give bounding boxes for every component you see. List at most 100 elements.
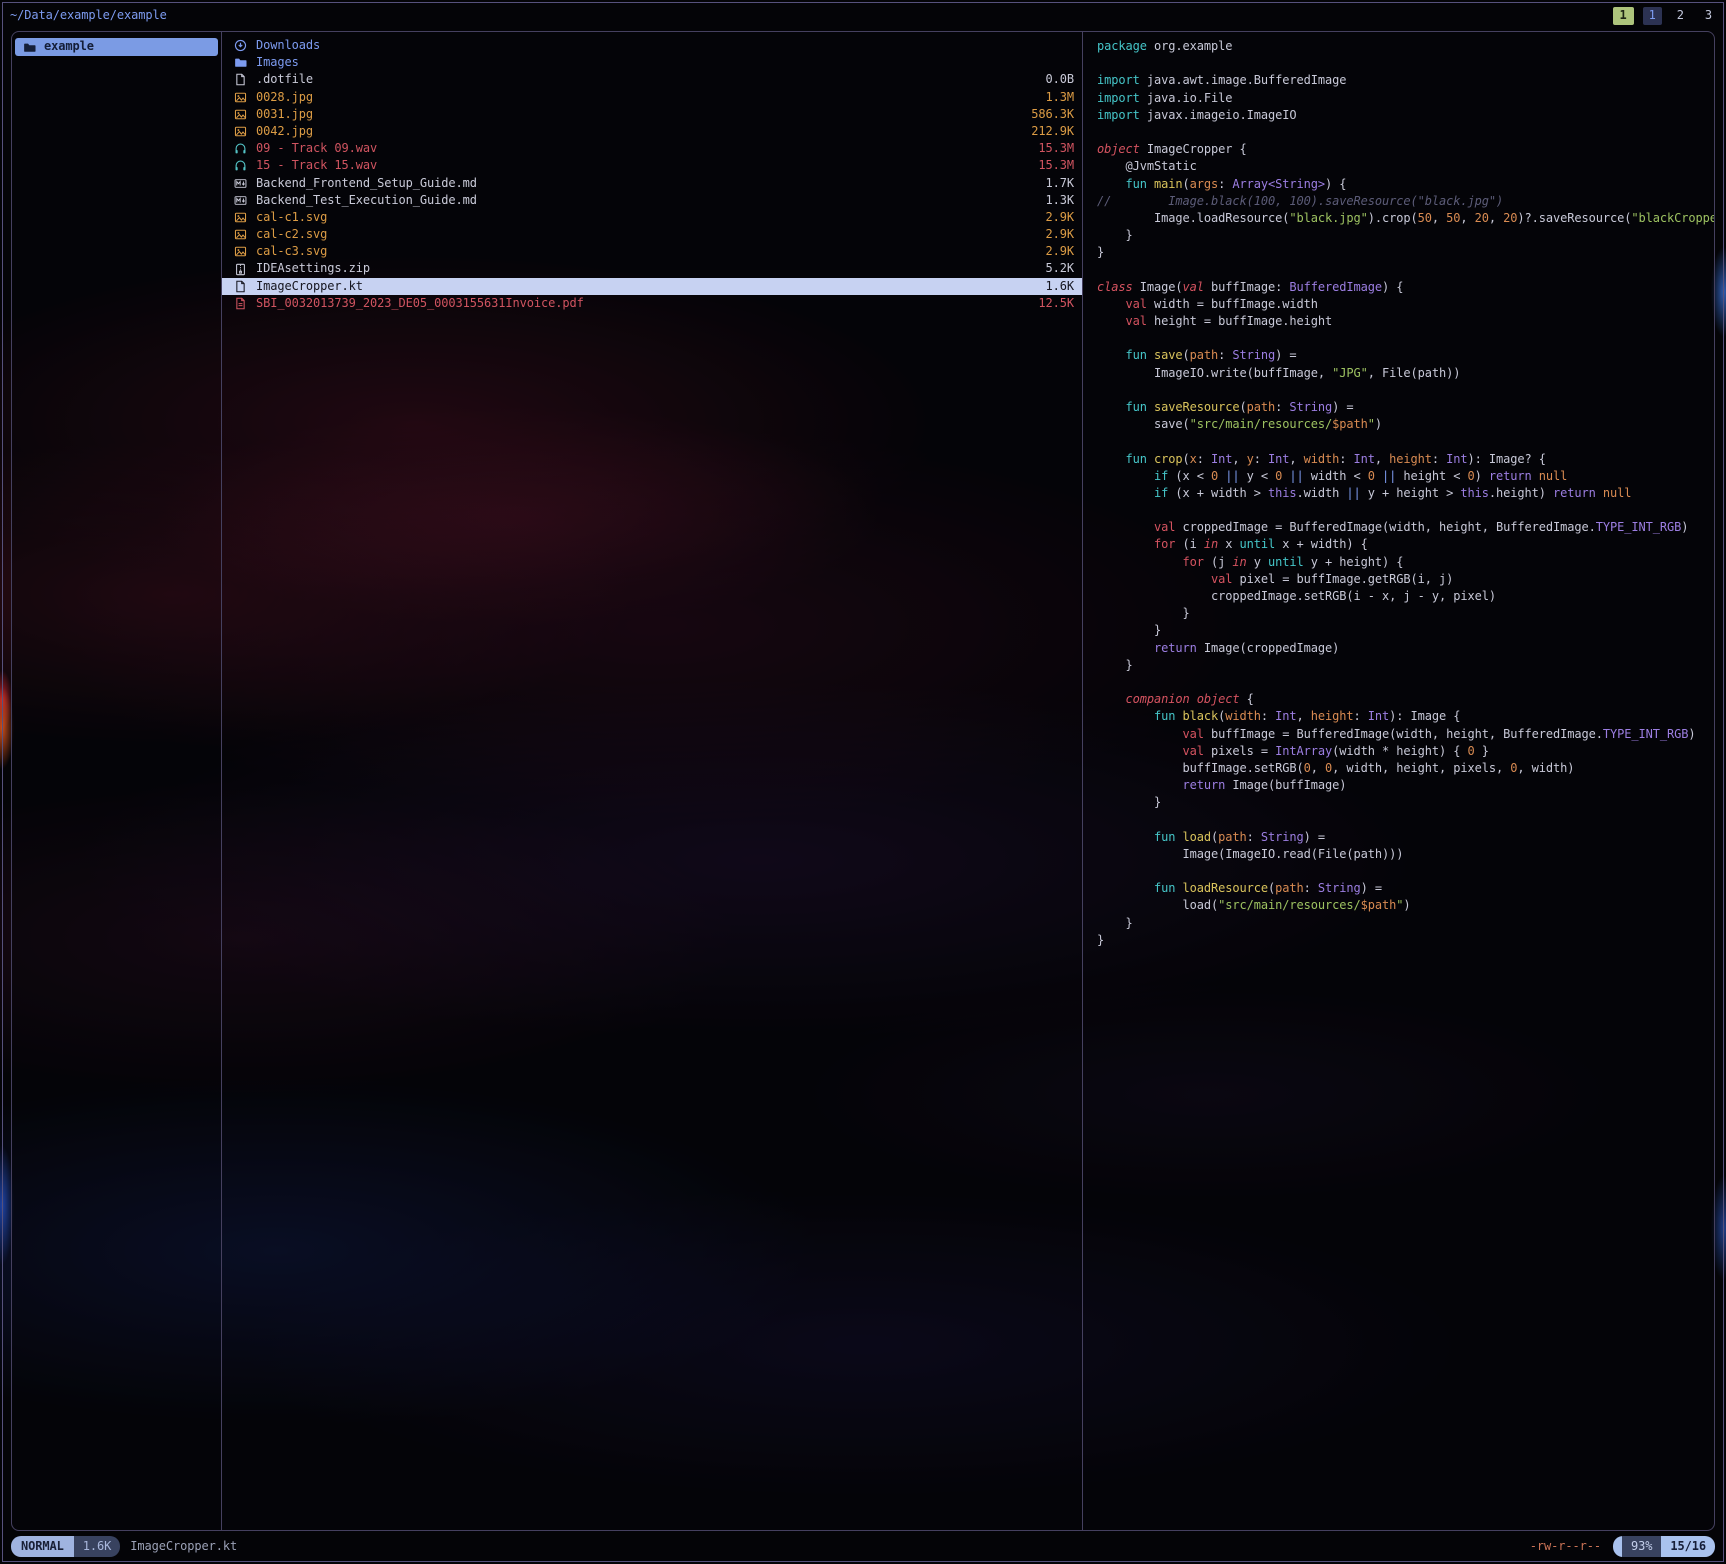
status-right: -rw-r--r-- 93% 15/16 [1530, 1536, 1715, 1557]
code-line: } [1097, 794, 1714, 811]
status-filename: ImageCropper.kt [130, 1538, 237, 1555]
tab-1[interactable]: 1 [1643, 7, 1662, 24]
mode-badge: NORMAL [11, 1536, 74, 1557]
code-line: fun loadResource(path: String) = [1097, 880, 1714, 897]
file-row[interactable]: ImageCropper.kt1.6K [222, 278, 1082, 295]
file-name: ImageCropper.kt [256, 278, 1046, 295]
code-line: if (x + width > this.width || y + height… [1097, 485, 1714, 502]
tab-2[interactable]: 2 [1671, 7, 1690, 24]
file-row[interactable]: Backend_Frontend_Setup_Guide.md1.7K [222, 175, 1082, 192]
code-line [1097, 433, 1714, 450]
code-line [1097, 863, 1714, 880]
tab-3[interactable]: 3 [1699, 7, 1718, 24]
code-line: package org.example [1097, 38, 1714, 55]
file-row[interactable]: 15 - Track 15.wav15.3M [222, 157, 1082, 174]
file-row[interactable]: IDEAsettings.zip5.2K [222, 260, 1082, 277]
file-name: .dotfile [256, 71, 1046, 88]
file-name: Downloads [256, 37, 1074, 54]
sidebar-item-label: example [44, 38, 94, 55]
file-name: Backend_Frontend_Setup_Guide.md [256, 175, 1046, 192]
code-line: val croppedImage = BufferedImage(width, … [1097, 519, 1714, 536]
image-icon [234, 108, 248, 121]
file-icon [234, 280, 248, 293]
image-icon [234, 245, 248, 258]
file-row[interactable]: Backend_Test_Execution_Guide.md1.3K [222, 192, 1082, 209]
pdf-icon [234, 297, 248, 310]
code-line [1097, 674, 1714, 691]
code-line [1097, 382, 1714, 399]
file-row[interactable]: .dotfile0.0B [222, 71, 1082, 88]
code-line: companion object { [1097, 691, 1714, 708]
code-line: buffImage.setRGB(0, 0, width, height, pi… [1097, 760, 1714, 777]
code-line: fun save(path: String) = [1097, 347, 1714, 364]
file-name: cal-c1.svg [256, 209, 1046, 226]
file-icon [234, 73, 248, 86]
status-bar: NORMAL 1.6K ImageCropper.kt -rw-r--r-- 9… [11, 1536, 1715, 1557]
file-size: 1.7K [1046, 175, 1075, 192]
file-size: 1.3K [1046, 192, 1075, 209]
image-icon [234, 125, 248, 138]
file-size-badge: 1.6K [74, 1536, 121, 1557]
code-line: save("src/main/resources/$path") [1097, 416, 1714, 433]
file-size: 2.9K [1046, 243, 1075, 260]
status-cursor-position: 15/16 [1661, 1536, 1715, 1557]
file-row[interactable]: Images [222, 54, 1082, 71]
download-icon [234, 39, 248, 52]
tab-bar: 1 123 [1613, 7, 1719, 24]
folder-icon [23, 41, 36, 54]
image-icon [234, 91, 248, 104]
file-row[interactable]: 09 - Track 09.wav15.3M [222, 140, 1082, 157]
file-name: SBI_0032013739_2023_DE05_0003155631Invoi… [256, 295, 1038, 312]
file-row[interactable]: SBI_0032013739_2023_DE05_0003155631Invoi… [222, 295, 1082, 312]
sidebar-item-example[interactable]: example [15, 38, 218, 56]
file-size: 0.0B [1046, 71, 1075, 88]
file-row[interactable]: Downloads [222, 37, 1082, 54]
code-line: for (i in x until x + width) { [1097, 536, 1714, 553]
code-line: val width = buffImage.width [1097, 296, 1714, 313]
code-line: ImageIO.write(buffImage, "JPG", File(pat… [1097, 365, 1714, 382]
code-line: import java.awt.image.BufferedImage [1097, 72, 1714, 89]
audio-icon [234, 142, 248, 155]
code-line: } [1097, 227, 1714, 244]
file-name: 0042.jpg [256, 123, 1031, 140]
audio-icon [234, 159, 248, 172]
code-line: Image(ImageIO.read(File(path))) [1097, 846, 1714, 863]
code-line: object ImageCropper { [1097, 141, 1714, 158]
file-name: 15 - Track 15.wav [256, 157, 1038, 174]
file-name: 0031.jpg [256, 106, 1031, 123]
current-directory-pane[interactable]: DownloadsImages.dotfile0.0B0028.jpg1.3M0… [222, 32, 1083, 1530]
code-line: } [1097, 932, 1714, 949]
code-line: import javax.imageio.ImageIO [1097, 107, 1714, 124]
file-name: cal-c3.svg [256, 243, 1046, 260]
file-row[interactable]: cal-c1.svg2.9K [222, 209, 1082, 226]
file-row[interactable]: cal-c2.svg2.9K [222, 226, 1082, 243]
breadcrumb-cwd-path: ~/Data/example/example [10, 7, 167, 24]
file-name: 0028.jpg [256, 89, 1046, 106]
tasks-count-badge[interactable]: 1 [1613, 7, 1634, 24]
file-row[interactable]: cal-c3.svg2.9K [222, 243, 1082, 260]
file-row[interactable]: 0028.jpg1.3M [222, 89, 1082, 106]
code-line [1097, 502, 1714, 519]
code-preview: package org.example import java.awt.imag… [1083, 32, 1714, 949]
code-line: fun saveResource(path: String) = [1097, 399, 1714, 416]
code-line [1097, 55, 1714, 72]
code-line [1097, 330, 1714, 347]
file-size: 2.9K [1046, 226, 1075, 243]
file-row[interactable]: 0031.jpg586.3K [222, 106, 1082, 123]
code-line: val height = buffImage.height [1097, 313, 1714, 330]
code-line: val pixel = buffImage.getRGB(i, j) [1097, 571, 1714, 588]
parent-directory-pane[interactable]: example [12, 32, 222, 1530]
code-line: load("src/main/resources/$path") [1097, 897, 1714, 914]
code-line: return Image(croppedImage) [1097, 640, 1714, 657]
file-size: 15.3M [1038, 157, 1074, 174]
file-name: 09 - Track 09.wav [256, 140, 1038, 157]
code-line: Image.loadResource("black.jpg").crop(50,… [1097, 210, 1714, 227]
code-line: fun crop(x: Int, y: Int, width: Int, hei… [1097, 451, 1714, 468]
archive-icon [234, 263, 248, 276]
file-preview-pane[interactable]: package org.example import java.awt.imag… [1083, 32, 1714, 1530]
file-size: 1.6K [1046, 278, 1075, 295]
image-icon [234, 211, 248, 224]
file-row[interactable]: 0042.jpg212.9K [222, 123, 1082, 140]
code-line: fun main(args: Array<String>) { [1097, 176, 1714, 193]
file-size: 1.3M [1046, 89, 1075, 106]
